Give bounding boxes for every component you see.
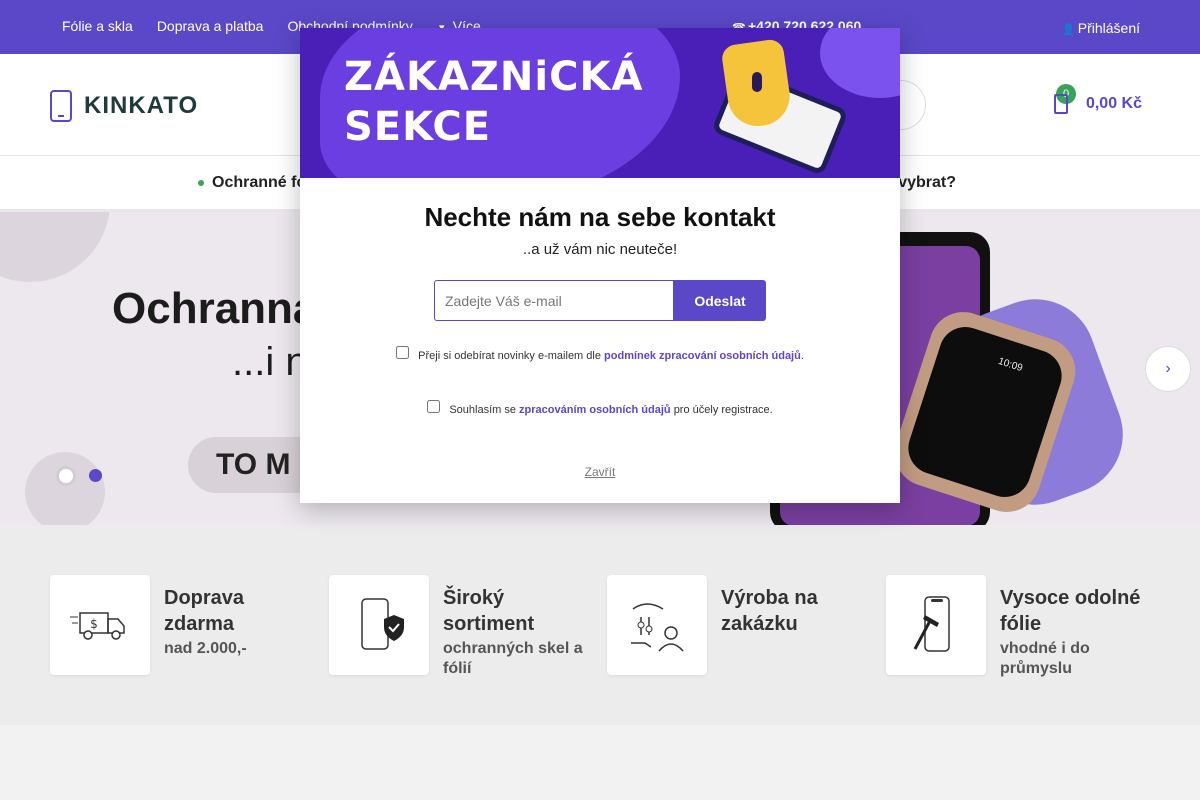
cart-icon <box>1053 94 1068 114</box>
login-link[interactable]: 👤 Přihlášení <box>1062 20 1140 36</box>
phone-logo-icon <box>50 90 72 122</box>
newsletter-text: Přeji si odebírat novinky e-mailem dle <box>418 350 601 362</box>
submit-button[interactable]: Odeslat <box>674 280 766 321</box>
consent-label: Souhlasím se zpracováním osobních údajů … <box>427 400 773 416</box>
feature-subtitle: ochranných skel a fólií <box>443 640 583 677</box>
delivery-truck-icon: $ <box>50 575 150 675</box>
decor-circle <box>25 452 105 525</box>
slider-next-button[interactable]: › <box>1145 346 1191 392</box>
logo[interactable]: KINKATO <box>50 90 198 122</box>
consent-checkbox[interactable] <box>427 400 441 413</box>
decor-blob <box>820 28 900 98</box>
hero-title: Ochranna <box>112 284 318 333</box>
user-icon: 👤 <box>1061 24 1076 36</box>
newsletter-modal: ZÁKAZNiCKÁ SEKCE Nechte nám na sebe kont… <box>300 28 900 503</box>
feature-item: Výroba na zakázku <box>607 575 871 675</box>
page-bottom <box>0 725 1200 800</box>
consent-end: pro účely registrace. <box>673 404 773 416</box>
newsletter-label: Přeji si odebírat novinky e-mailem dle p… <box>396 346 804 362</box>
newsletter-end: . <box>800 350 804 362</box>
svg-text:$: $ <box>90 617 98 631</box>
feature-title: Vysoce odolné fólie <box>1000 587 1141 635</box>
hand-person-icon <box>607 575 707 675</box>
keyhole-icon <box>752 72 762 92</box>
feature-subtitle: nad 2.000,- <box>164 640 247 657</box>
chevron-right-icon: › <box>1165 360 1171 377</box>
cart-total: 0,00 Kč <box>1085 95 1142 112</box>
banner-line-2: SEKCE <box>344 104 492 150</box>
modal-title: Nechte nám na sebe kontakt <box>424 202 776 232</box>
newsletter-consent-row: Přeji si odebírat novinky e-mailem dle p… <box>300 346 900 362</box>
feature-item: $ Doprava zdarma nad 2.000,- <box>50 575 314 675</box>
feature-item: Široký sortiment ochranných skel a fólií <box>329 575 593 679</box>
slider-dot-2[interactable] <box>89 469 102 482</box>
bullet-icon <box>198 180 204 186</box>
newsletter-checkbox[interactable] <box>396 346 410 359</box>
consent-privacy-link[interactable]: zpracováním osobních údajů <box>519 404 671 416</box>
modal-subtitle: ..a už vám nic neuteče! <box>522 241 678 258</box>
banner-title: ZÁKAZNiCKÁ SEKCE <box>344 52 643 152</box>
login-label: Přihlášení <box>1077 20 1140 36</box>
email-field[interactable] <box>434 280 674 321</box>
feature-item: Vysoce odolné fólie vhodné i do průmyslu <box>886 575 1150 679</box>
top-link-doprava[interactable]: Doprava a platba <box>157 18 264 34</box>
banner-line-1: ZÁKAZNiCKÁ <box>344 54 644 100</box>
phone-hammer-icon <box>886 575 986 675</box>
top-link-folie[interactable]: Fólie a skla <box>62 18 133 34</box>
phone-shield-icon <box>329 575 429 675</box>
logo-text: KINKATO <box>84 92 199 119</box>
decor-circle <box>0 212 110 282</box>
cart-button[interactable]: 0,00 Kč <box>1053 94 1142 114</box>
hero-subtitle: ...i n <box>232 340 308 384</box>
features-section: $ Doprava zdarma nad 2.000,- Široký sort… <box>0 525 1200 725</box>
privacy-consent-row: Souhlasím se zpracováním osobních údajů … <box>300 400 900 416</box>
modal-banner: ZÁKAZNiCKÁ SEKCE <box>300 28 900 178</box>
consent-text: Souhlasím se <box>449 404 516 416</box>
newsletter-terms-link[interactable]: podmínek zpracování osobních údajů <box>604 350 801 362</box>
feature-title: Výroba na zakázku <box>721 587 818 635</box>
nav-item-ochranne[interactable]: Ochranné fo <box>198 174 306 192</box>
slider-dot-1[interactable] <box>56 466 76 486</box>
feature-subtitle: vhodné i do průmyslu <box>1000 640 1090 677</box>
feature-title: Doprava zdarma <box>164 587 245 635</box>
close-link[interactable]: Zavřít <box>300 465 900 479</box>
feature-title: Široký sortiment <box>443 587 535 635</box>
nav-item-label: Ochranné fo <box>212 174 307 191</box>
